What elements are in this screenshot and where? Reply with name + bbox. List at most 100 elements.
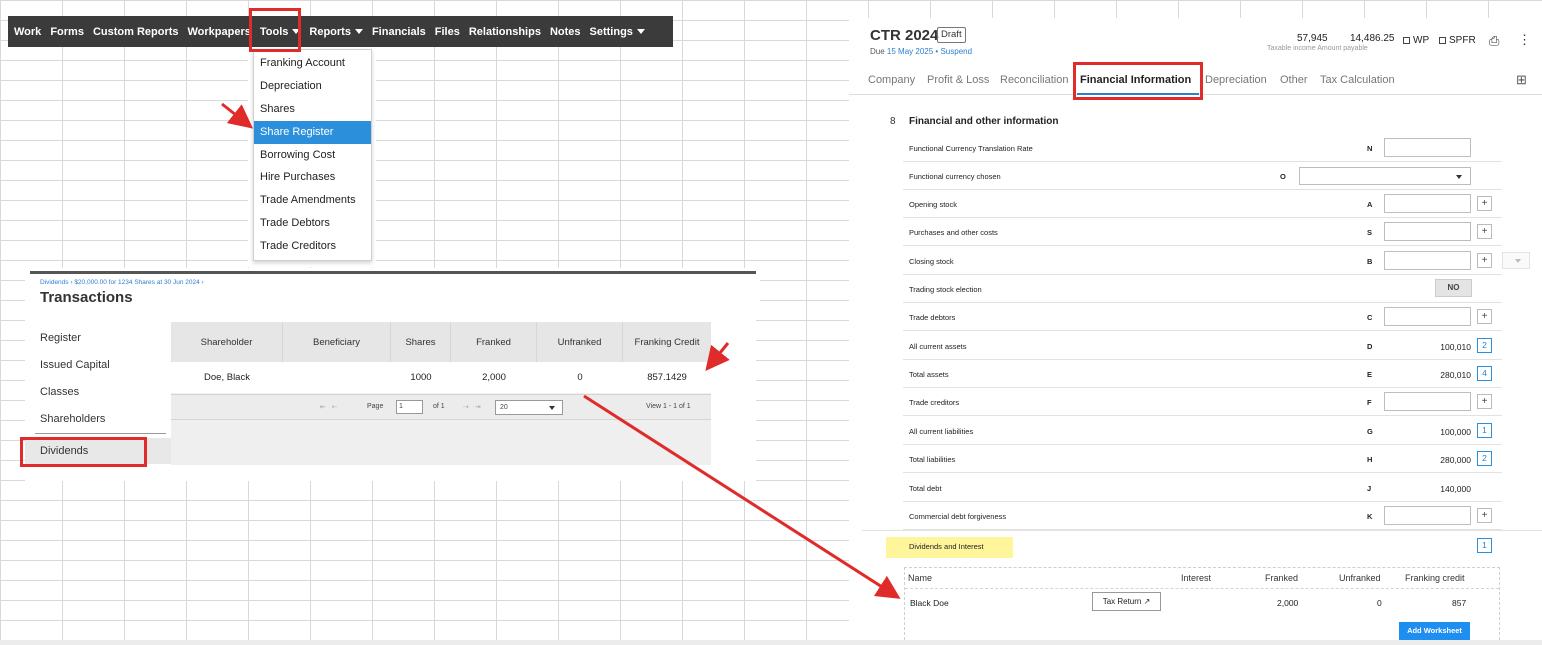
next-last-page-icons[interactable]: ⇢ ⇥: [463, 403, 483, 411]
menu-item-hire-purchases[interactable]: Hire Purchases: [254, 166, 371, 189]
grid-icon[interactable]: ⊞: [1516, 72, 1527, 88]
closing-stock-input[interactable]: [1384, 251, 1471, 270]
col-franked[interactable]: Franked: [451, 322, 537, 362]
table-header-separator: [905, 588, 1499, 589]
row-functional-currency-rate: Functional Currency Translation Rate N: [903, 134, 1502, 163]
add-button[interactable]: +: [1477, 253, 1492, 268]
trade-creditors-input[interactable]: [1384, 392, 1471, 411]
row-label: Functional currency chosen: [909, 172, 1001, 181]
nav-reports[interactable]: Reports: [309, 26, 363, 38]
closing-stock-dropdown[interactable]: [1502, 252, 1530, 269]
table-row[interactable]: Doe, Black 1000 2,000 0 857.1429: [171, 362, 711, 393]
nav-settings[interactable]: Settings: [590, 26, 645, 38]
nav-files[interactable]: Files: [435, 26, 460, 38]
caret-down-icon: [1515, 259, 1521, 263]
spfr-checkbox[interactable]: SPFR: [1439, 35, 1476, 46]
tax-return-button[interactable]: Tax Return ↗: [1092, 592, 1161, 611]
page-size-select[interactable]: 20: [495, 400, 563, 415]
row-code: H: [1367, 455, 1373, 464]
cell-shareholder: Doe, Black: [204, 372, 250, 383]
row-value: 280,000: [1440, 455, 1471, 465]
due-line: Due 15 May 2025 • Suspend: [870, 47, 972, 56]
sidebar-item-shareholders[interactable]: Shareholders: [40, 413, 105, 425]
menu-item-share-register[interactable]: Share Register: [254, 120, 371, 144]
dividends-count-badge[interactable]: 1: [1477, 538, 1492, 553]
row-code: A: [1367, 200, 1373, 209]
print-icon[interactable]: ⎙: [1489, 33, 1499, 49]
menu-item-trade-amendments[interactable]: Trade Amendments: [254, 189, 371, 212]
tab-depreciation[interactable]: Depreciation: [1205, 74, 1267, 86]
amounts-label: Taxable income Amount payable: [1267, 45, 1368, 52]
purchases-input[interactable]: [1384, 222, 1471, 241]
currency-rate-input[interactable]: [1384, 138, 1471, 157]
breadcrumb[interactable]: Dividends › $20,000.00 for 1234 Shares a…: [40, 279, 204, 286]
row-code: K: [1367, 512, 1373, 521]
nav-work[interactable]: Work: [14, 26, 41, 38]
nav-custom-reports[interactable]: Custom Reports: [93, 26, 179, 38]
row-label: Trade debtors: [909, 313, 956, 322]
debt-forgiveness-input[interactable]: [1384, 506, 1471, 525]
cell-beneficiary: [283, 362, 391, 393]
menu-item-trade-creditors[interactable]: Trade Creditors: [254, 235, 371, 258]
worksheet-count-badge[interactable]: 2: [1477, 338, 1492, 353]
sidebar-item-classes[interactable]: Classes: [40, 386, 79, 398]
row-commercial-debt-forgiveness: Commercial debt forgiveness K +: [903, 502, 1502, 531]
table-pager: ⇤ ⇠ Page 1 of 1 ⇢ ⇥ 20 View 1 - 1 of 1: [171, 394, 711, 420]
nav-financials[interactable]: Financials: [372, 26, 426, 38]
col-franking-credit[interactable]: Franking Credit: [623, 322, 711, 362]
sidebar-item-issued-capital[interactable]: Issued Capital: [40, 359, 110, 371]
cell-franking-credit: 857: [1452, 598, 1467, 608]
wp-checkbox[interactable]: WP: [1403, 35, 1429, 46]
nav-workpapers[interactable]: Workpapers: [188, 26, 251, 38]
page-label: Page: [367, 403, 384, 410]
currency-select[interactable]: [1299, 167, 1471, 185]
add-button[interactable]: +: [1477, 224, 1492, 239]
page-number-input[interactable]: 1: [396, 400, 423, 414]
due-date-link[interactable]: 15 May 2025: [887, 47, 933, 56]
menu-item-borrowing-cost[interactable]: Borrowing Cost: [254, 144, 371, 167]
col-unfranked: Unfranked: [1339, 573, 1381, 583]
row-code: G: [1367, 427, 1373, 436]
worksheet-count-badge[interactable]: 2: [1477, 451, 1492, 466]
col-beneficiary[interactable]: Beneficiary: [283, 322, 391, 362]
add-button[interactable]: +: [1477, 394, 1492, 409]
add-worksheet-button[interactable]: Add Worksheet: [1399, 622, 1470, 640]
row-label: Purchases and other costs: [909, 228, 998, 237]
col-unfranked[interactable]: Unfranked: [537, 322, 623, 362]
tab-company[interactable]: Company: [868, 74, 915, 86]
tab-other[interactable]: Other: [1280, 74, 1308, 86]
col-shareholder[interactable]: Shareholder: [171, 322, 283, 362]
tab-profit-loss[interactable]: Profit & Loss: [927, 74, 989, 86]
menu-item-franking-account[interactable]: Franking Account: [254, 52, 371, 75]
suspend-link[interactable]: Suspend: [940, 47, 972, 56]
nav-notes[interactable]: Notes: [550, 26, 581, 38]
opening-stock-input[interactable]: [1384, 194, 1471, 213]
nav-forms[interactable]: Forms: [50, 26, 84, 38]
trade-debtors-input[interactable]: [1384, 307, 1471, 326]
nav-reports-label: Reports: [309, 25, 351, 38]
tab-tax-calculation[interactable]: Tax Calculation: [1320, 74, 1395, 86]
menu-item-shares[interactable]: Shares: [254, 98, 371, 121]
stock-election-toggle[interactable]: NO: [1435, 279, 1472, 297]
sidebar-item-register[interactable]: Register: [40, 332, 81, 344]
col-shares[interactable]: Shares: [391, 322, 451, 362]
first-prev-page-icons[interactable]: ⇤ ⇠: [320, 403, 340, 411]
cell-franking-credit: 857.1429: [647, 372, 687, 383]
worksheet-count-badge[interactable]: 4: [1477, 366, 1492, 381]
add-button[interactable]: +: [1477, 508, 1492, 523]
add-button[interactable]: +: [1477, 309, 1492, 324]
section-title: Financial and other information: [909, 116, 1059, 127]
due-separator: •: [935, 47, 939, 56]
add-button[interactable]: +: [1477, 196, 1492, 211]
menu-item-depreciation[interactable]: Depreciation: [254, 75, 371, 98]
cell-franked: 2,000: [482, 372, 506, 383]
worksheet-count-badge[interactable]: 1: [1477, 423, 1492, 438]
row-trade-creditors: Trade creditors F +: [903, 388, 1502, 417]
row-trading-stock-election: Trading stock election NO: [903, 275, 1502, 304]
menu-item-trade-debtors[interactable]: Trade Debtors: [254, 212, 371, 235]
amount-payable-value: 14,486.25: [1350, 33, 1395, 44]
more-options-icon[interactable]: ⋮: [1518, 32, 1531, 48]
section-divider: [30, 271, 756, 274]
tab-reconciliation[interactable]: Reconciliation: [1000, 74, 1068, 86]
nav-relationships[interactable]: Relationships: [469, 26, 541, 38]
